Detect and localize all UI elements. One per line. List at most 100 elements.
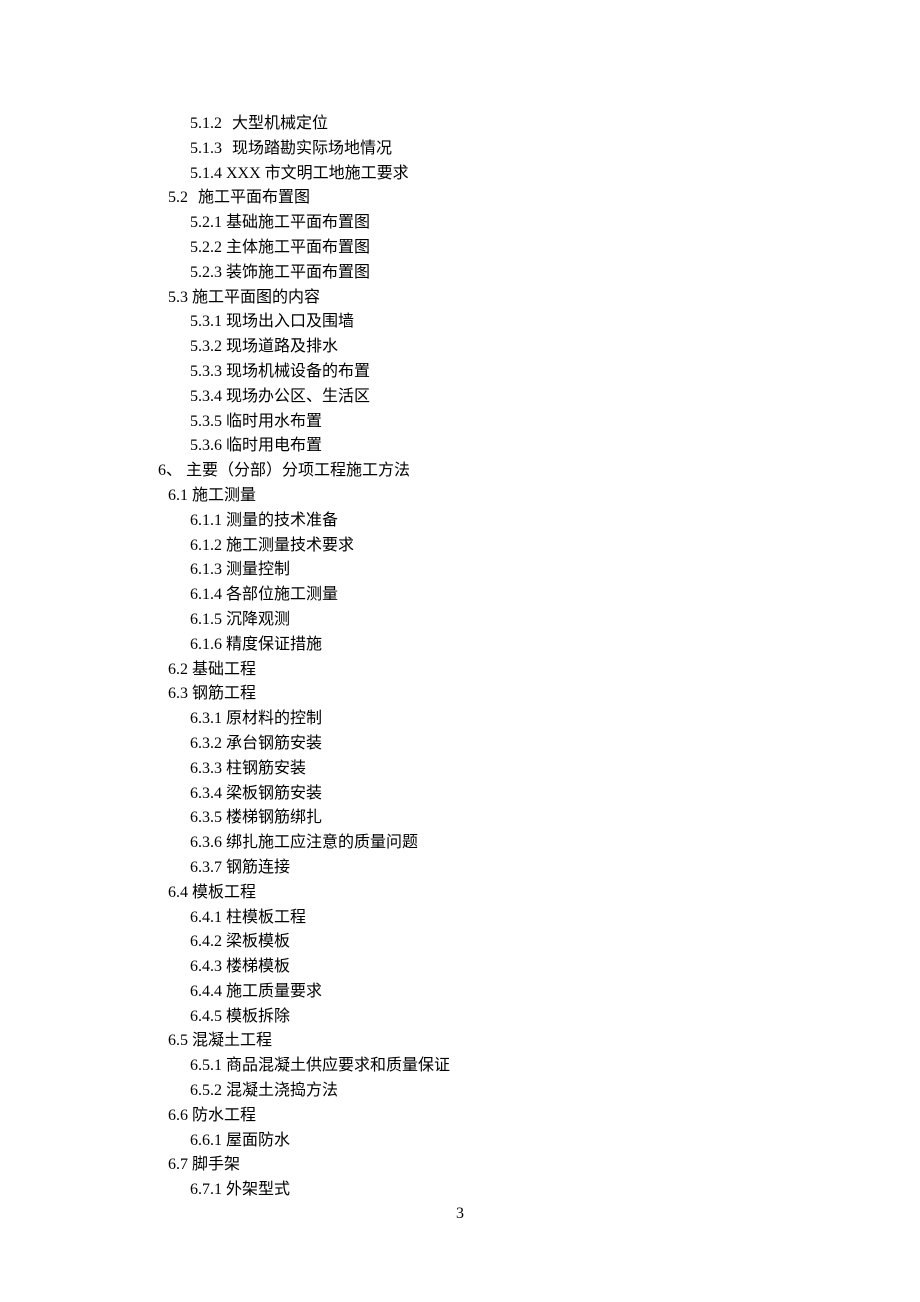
toc-item-text: 临时用电布置	[226, 437, 322, 454]
toc-item-number: 5.2	[168, 189, 188, 206]
toc-item: 6.1.4各部位施工测量	[0, 583, 920, 608]
toc-item-number: 6.4	[168, 884, 188, 901]
toc-item-number: 5.1.4	[190, 165, 222, 182]
toc-item-number: 6.1.3	[190, 561, 222, 578]
toc-item: 6.5.1商品混凝土供应要求和质量保证	[0, 1054, 920, 1079]
toc-item: 5.1.4XXX 市文明工地施工要求	[0, 162, 920, 187]
toc-item-number: 5.3.1	[190, 313, 222, 330]
toc-item-text: 施工测量技术要求	[226, 537, 354, 554]
toc-item-text: 施工质量要求	[226, 983, 322, 1000]
toc-item-text: 施工平面布置图	[198, 189, 310, 206]
toc-item-number: 5.3.3	[190, 363, 222, 380]
toc-item-text: 各部位施工测量	[226, 586, 338, 603]
toc-item: 6.1.3测量控制	[0, 558, 920, 583]
toc-item-text: 商品混凝土供应要求和质量保证	[226, 1057, 450, 1074]
toc-item-text: 主体施工平面布置图	[226, 239, 370, 256]
toc-item: 6.3.6绑扎施工应注意的质量问题	[0, 831, 920, 856]
toc-item-number: 6.7	[168, 1156, 188, 1173]
toc-item-text: 现场出入口及围墙	[226, 313, 354, 330]
toc-item-number: 6.5	[168, 1032, 188, 1049]
toc-item-text: 现场踏勘实际场地情况	[232, 140, 392, 157]
toc-item-text: 沉降观测	[226, 611, 290, 628]
toc-item-text: 模板工程	[192, 884, 256, 901]
toc-item-number: 6.2	[168, 661, 188, 678]
toc-item-number: 6.3.2	[190, 735, 222, 752]
page-number: 3	[0, 1202, 920, 1227]
toc-item-text: 钢筋工程	[192, 685, 256, 702]
toc-item-number: 6.4.4	[190, 983, 222, 1000]
toc-item-number: 5.3	[168, 289, 188, 306]
toc-item-number: 5.3.5	[190, 413, 222, 430]
toc-item-number: 6.4.2	[190, 933, 222, 950]
toc-item-text: 现场道路及排水	[226, 338, 338, 355]
toc-item: 6.4.5模板拆除	[0, 1005, 920, 1030]
toc-item-text: 主要（分部）分项工程施工方法	[186, 462, 410, 479]
toc-item-number: 6.3.5	[190, 809, 222, 826]
toc-item-number: 6.1.5	[190, 611, 222, 628]
toc-item: 6.4.3楼梯模板	[0, 955, 920, 980]
toc-item: 6.1.2施工测量技术要求	[0, 534, 920, 559]
toc-item: 6.2基础工程	[0, 658, 920, 683]
toc-item-number: 6.3.7	[190, 859, 222, 876]
toc-item-text: 混凝土浇捣方法	[226, 1082, 338, 1099]
toc-item-text: 测量的技术准备	[226, 512, 338, 529]
toc-item-number: 6.6	[168, 1107, 188, 1124]
toc-item: 5.3.2现场道路及排水	[0, 335, 920, 360]
toc-item-text: 装饰施工平面布置图	[226, 264, 370, 281]
toc-item-number: 6.3.4	[190, 785, 222, 802]
toc-item-text: 外架型式	[226, 1181, 290, 1198]
toc-item-text: 楼梯钢筋绑扎	[226, 809, 322, 826]
toc-item: 6.5混凝土工程	[0, 1029, 920, 1054]
toc-item: 5.3.1现场出入口及围墙	[0, 310, 920, 335]
toc-item: 6.7.1外架型式	[0, 1178, 920, 1203]
toc-item-number: 6.1.1	[190, 512, 222, 529]
toc-item-text: 承台钢筋安装	[226, 735, 322, 752]
toc-item-text: 柱钢筋安装	[226, 760, 306, 777]
toc-item-number: 6.3.1	[190, 710, 222, 727]
toc-item-number: 5.3.4	[190, 388, 222, 405]
toc-item-number: 6.4.3	[190, 958, 222, 975]
toc-item-number: 6.5.1	[190, 1057, 222, 1074]
toc-item-text: 大型机械定位	[232, 115, 328, 132]
toc-item-text: 楼梯模板	[226, 958, 290, 975]
toc-item-number: 5.3.6	[190, 437, 222, 454]
toc-item: 6、主要（分部）分项工程施工方法	[0, 459, 920, 484]
toc-item: 5.3.5临时用水布置	[0, 410, 920, 435]
toc-item: 6.6防水工程	[0, 1104, 920, 1129]
toc-item: 6.3.5楼梯钢筋绑扎	[0, 806, 920, 831]
toc-item-number: 5.1.3	[190, 140, 222, 157]
toc-item: 5.2 施工平面布置图	[0, 186, 920, 211]
toc-item-number: 5.2.3	[190, 264, 222, 281]
toc-item: 6.7脚手架	[0, 1153, 920, 1178]
toc-item-number: 6.1	[168, 487, 188, 504]
toc-item-number: 6.3.3	[190, 760, 222, 777]
toc-item-number: 6.4.5	[190, 1008, 222, 1025]
toc-item-text: 模板拆除	[226, 1008, 290, 1025]
table-of-contents: 5.1.2大型机械定位 5.1.3 现场踏勘实际场地情况 5.1.4XXX 市文明工地…	[0, 112, 920, 1203]
toc-item: 6.3.7钢筋连接	[0, 856, 920, 881]
toc-item-text: 脚手架	[192, 1156, 240, 1173]
toc-item: 6.3.3柱钢筋安装	[0, 757, 920, 782]
toc-item-text: 防水工程	[192, 1107, 256, 1124]
toc-item-number: 6、	[158, 462, 182, 479]
toc-item-text: 基础工程	[192, 661, 256, 678]
toc-item: 6.4.4施工质量要求	[0, 980, 920, 1005]
toc-item-text: 梁板模板	[226, 933, 290, 950]
toc-item: 5.3.6临时用电布置	[0, 434, 920, 459]
toc-item: 6.1.5沉降观测	[0, 608, 920, 633]
toc-item: 6.6.1屋面防水	[0, 1129, 920, 1154]
toc-item: 6.1.1测量的技术准备	[0, 509, 920, 534]
toc-item-text: 测量控制	[226, 561, 290, 578]
toc-item: 5.3施工平面图的内容	[0, 286, 920, 311]
toc-item-text: 施工测量	[192, 487, 256, 504]
toc-item: 6.4.2梁板模板	[0, 930, 920, 955]
toc-item-text: 现场机械设备的布置	[226, 363, 370, 380]
toc-item: 5.3.3现场机械设备的布置	[0, 360, 920, 385]
toc-item-text: 柱模板工程	[226, 909, 306, 926]
toc-item-text: 施工平面图的内容	[192, 289, 320, 306]
toc-item-number: 6.1.4	[190, 586, 222, 603]
toc-item-number: 6.6.1	[190, 1132, 222, 1149]
toc-item: 5.1.2大型机械定位	[0, 112, 920, 137]
toc-item-number: 6.5.2	[190, 1082, 222, 1099]
toc-item: 5.1.3 现场踏勘实际场地情况	[0, 137, 920, 162]
